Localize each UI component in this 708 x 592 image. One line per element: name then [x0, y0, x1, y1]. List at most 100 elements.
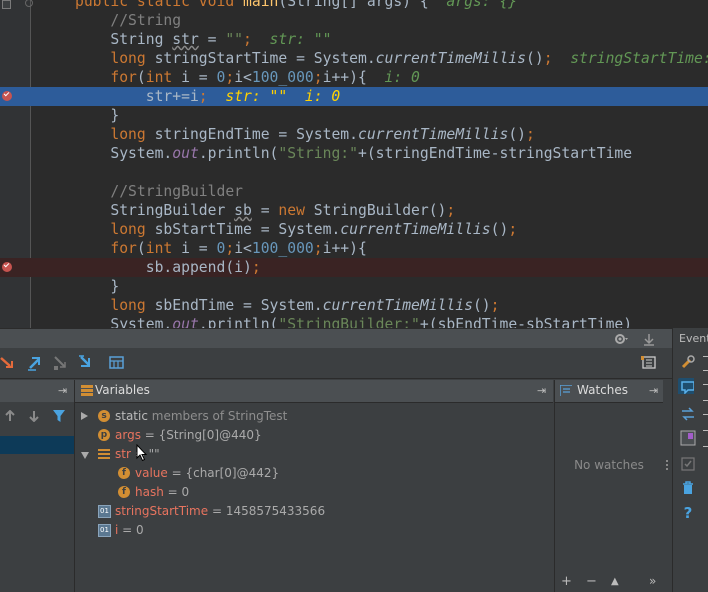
code-line[interactable]: System.out.println("String:"+(stringEndT… — [0, 144, 708, 163]
code-line[interactable]: System.out.println("StringBuilder:"+(sbE… — [0, 315, 708, 328]
trash-icon[interactable] — [680, 480, 696, 496]
more-button[interactable]: » — [649, 574, 656, 588]
watches-panel: Watches ⇥ No watches + − ▲ » — [554, 380, 663, 592]
panel-splitter[interactable] — [663, 380, 672, 592]
variable-row[interactable]: 01 i = 0 — [75, 521, 553, 540]
code-line[interactable] — [0, 163, 708, 182]
code-token: currentTimeMillis — [340, 221, 491, 238]
code-token: ; — [225, 240, 235, 257]
variable-row[interactable]: p args = {String[0]@440} — [75, 426, 553, 445]
code-line[interactable]: for(int i = 0;i<100_000;i++){ — [0, 239, 708, 258]
code-token: i< — [234, 240, 252, 257]
event-log-peek — [703, 350, 708, 460]
checklist-icon[interactable] — [680, 456, 696, 472]
code-token: for — [75, 240, 137, 257]
code-editor[interactable]: public static void main(String[] args) {… — [0, 0, 708, 328]
code-line[interactable]: long sbEndTime = System.currentTimeMilli… — [0, 296, 708, 315]
breakpoint-icon[interactable] — [2, 91, 12, 101]
force-step-into-icon[interactable] — [52, 354, 70, 372]
sync-icon[interactable] — [680, 406, 696, 422]
variable-row[interactable]: f hash = 0 — [75, 483, 553, 502]
code-token: } — [75, 278, 120, 295]
code-line[interactable]: for(int i = 0;i<100_000;i++){ i: 0 — [0, 68, 708, 87]
event-log-label[interactable]: Event — [679, 332, 708, 345]
frames-panel: ⇥ — [0, 380, 75, 592]
code-token: "StringBuilder:" — [278, 316, 420, 328]
variable-name: str — [115, 447, 131, 461]
code-token: int — [145, 240, 182, 257]
chat-icon[interactable] — [678, 378, 694, 394]
step-into-icon[interactable] — [26, 354, 44, 372]
variable-name: static — [115, 409, 148, 423]
help-icon[interactable]: ? — [680, 504, 696, 522]
selected-frame-row[interactable] — [0, 436, 74, 454]
code-token: stringStartTime = System. — [154, 50, 376, 67]
variable-row[interactable]: s static members of StringTest — [75, 407, 553, 426]
code-text: long sbStartTime = System.currentTimeMil… — [75, 220, 517, 239]
pin-icon[interactable]: ⇥ — [537, 384, 546, 397]
variable-value: members of StringTest — [147, 409, 288, 423]
code-token: for — [75, 69, 137, 86]
code-token: .println( — [198, 316, 279, 328]
code-line[interactable]: } — [0, 277, 708, 296]
code-token: i++){ — [322, 240, 367, 257]
step-over-icon[interactable] — [0, 354, 18, 372]
variable-row[interactable]: f value = {char[0]@442} — [75, 464, 553, 483]
arrow-up-icon[interactable] — [4, 410, 16, 422]
code-line[interactable]: String str = ""; str: "" — [0, 30, 708, 49]
layout-icon[interactable] — [680, 430, 696, 446]
debug-header-bar — [0, 328, 672, 349]
restore-layout-icon[interactable] — [641, 354, 659, 372]
evaluate-expression-icon[interactable] — [108, 354, 126, 372]
hide-panel-icon[interactable] — [642, 332, 656, 346]
code-line[interactable]: long sbStartTime = System.currentTimeMil… — [0, 220, 708, 239]
current-execution-line[interactable]: str+=i; str: "" i: 0 — [0, 87, 708, 106]
debug-toolbar — [0, 348, 672, 379]
debug-tool-window: ⇥ Variables ⇥ s static members of String… — [0, 328, 672, 592]
add-watch-button[interactable]: + — [561, 574, 572, 589]
code-line[interactable]: //String — [0, 11, 708, 30]
code-token: (String[] args) { — [278, 0, 447, 10]
code-token: ( — [136, 69, 146, 86]
variable-row[interactable]: 01 stringStartTime = 1458575433566 — [75, 502, 553, 521]
remove-watch-button[interactable]: − — [586, 574, 597, 589]
code-line[interactable]: long stringEndTime = System.currentTimeM… — [0, 125, 708, 144]
filter-icon[interactable] — [52, 409, 66, 423]
move-up-button[interactable]: ▲ — [611, 576, 619, 587]
code-token: args: {} — [446, 0, 518, 10]
code-line[interactable]: public static void main(String[] args) {… — [0, 0, 708, 11]
code-text: for(int i = 0;i<100_000;i++){ i: 0 — [75, 68, 420, 87]
variables-icon — [81, 385, 93, 396]
code-token: +(sbEndTime-sbStartTime) — [419, 316, 633, 328]
step-out-icon[interactable] — [77, 354, 95, 372]
code-token: sb.append(i) — [75, 259, 252, 276]
collapse-arrow-icon[interactable] — [81, 452, 89, 459]
code-line[interactable]: long stringStartTime = System.currentTim… — [0, 49, 708, 68]
breakpoint-line[interactable]: sb.append(i); — [0, 258, 708, 277]
variable-name: stringStartTime — [115, 504, 209, 518]
code-text: long sbEndTime = System.currentTimeMilli… — [75, 296, 499, 315]
code-line[interactable]: StringBuilder sb = new StringBuilder(); — [0, 201, 708, 220]
mouse-cursor-icon — [136, 444, 148, 462]
wrench-icon[interactable] — [680, 354, 696, 370]
code-text: StringBuilder sb = new StringBuilder(); — [75, 201, 455, 220]
list-icon — [98, 448, 110, 460]
breakpoint-icon[interactable] — [2, 262, 12, 272]
variable-name: value — [135, 466, 168, 480]
code-text: //String — [75, 11, 181, 30]
arrow-down-icon[interactable] — [28, 410, 40, 422]
code-token: ; — [446, 202, 456, 219]
pin-icon[interactable]: ⇥ — [649, 384, 658, 397]
code-token: "String:" — [278, 145, 358, 162]
code-line[interactable]: } — [0, 106, 708, 125]
pin-icon[interactable]: ⇥ — [58, 384, 67, 397]
variable-text: args = {String[0]@440} — [115, 426, 262, 445]
variable-text: value = {char[0]@442} — [135, 464, 279, 483]
code-token: i = — [181, 69, 217, 86]
final-field-icon: f — [118, 467, 130, 479]
code-token: sbStartTime = System. — [154, 221, 341, 238]
code-line[interactable]: //StringBuilder — [0, 182, 708, 201]
expand-arrow-icon[interactable] — [81, 412, 88, 420]
code-token: currentTimeMillis — [357, 126, 509, 143]
gear-icon[interactable] — [614, 333, 630, 345]
